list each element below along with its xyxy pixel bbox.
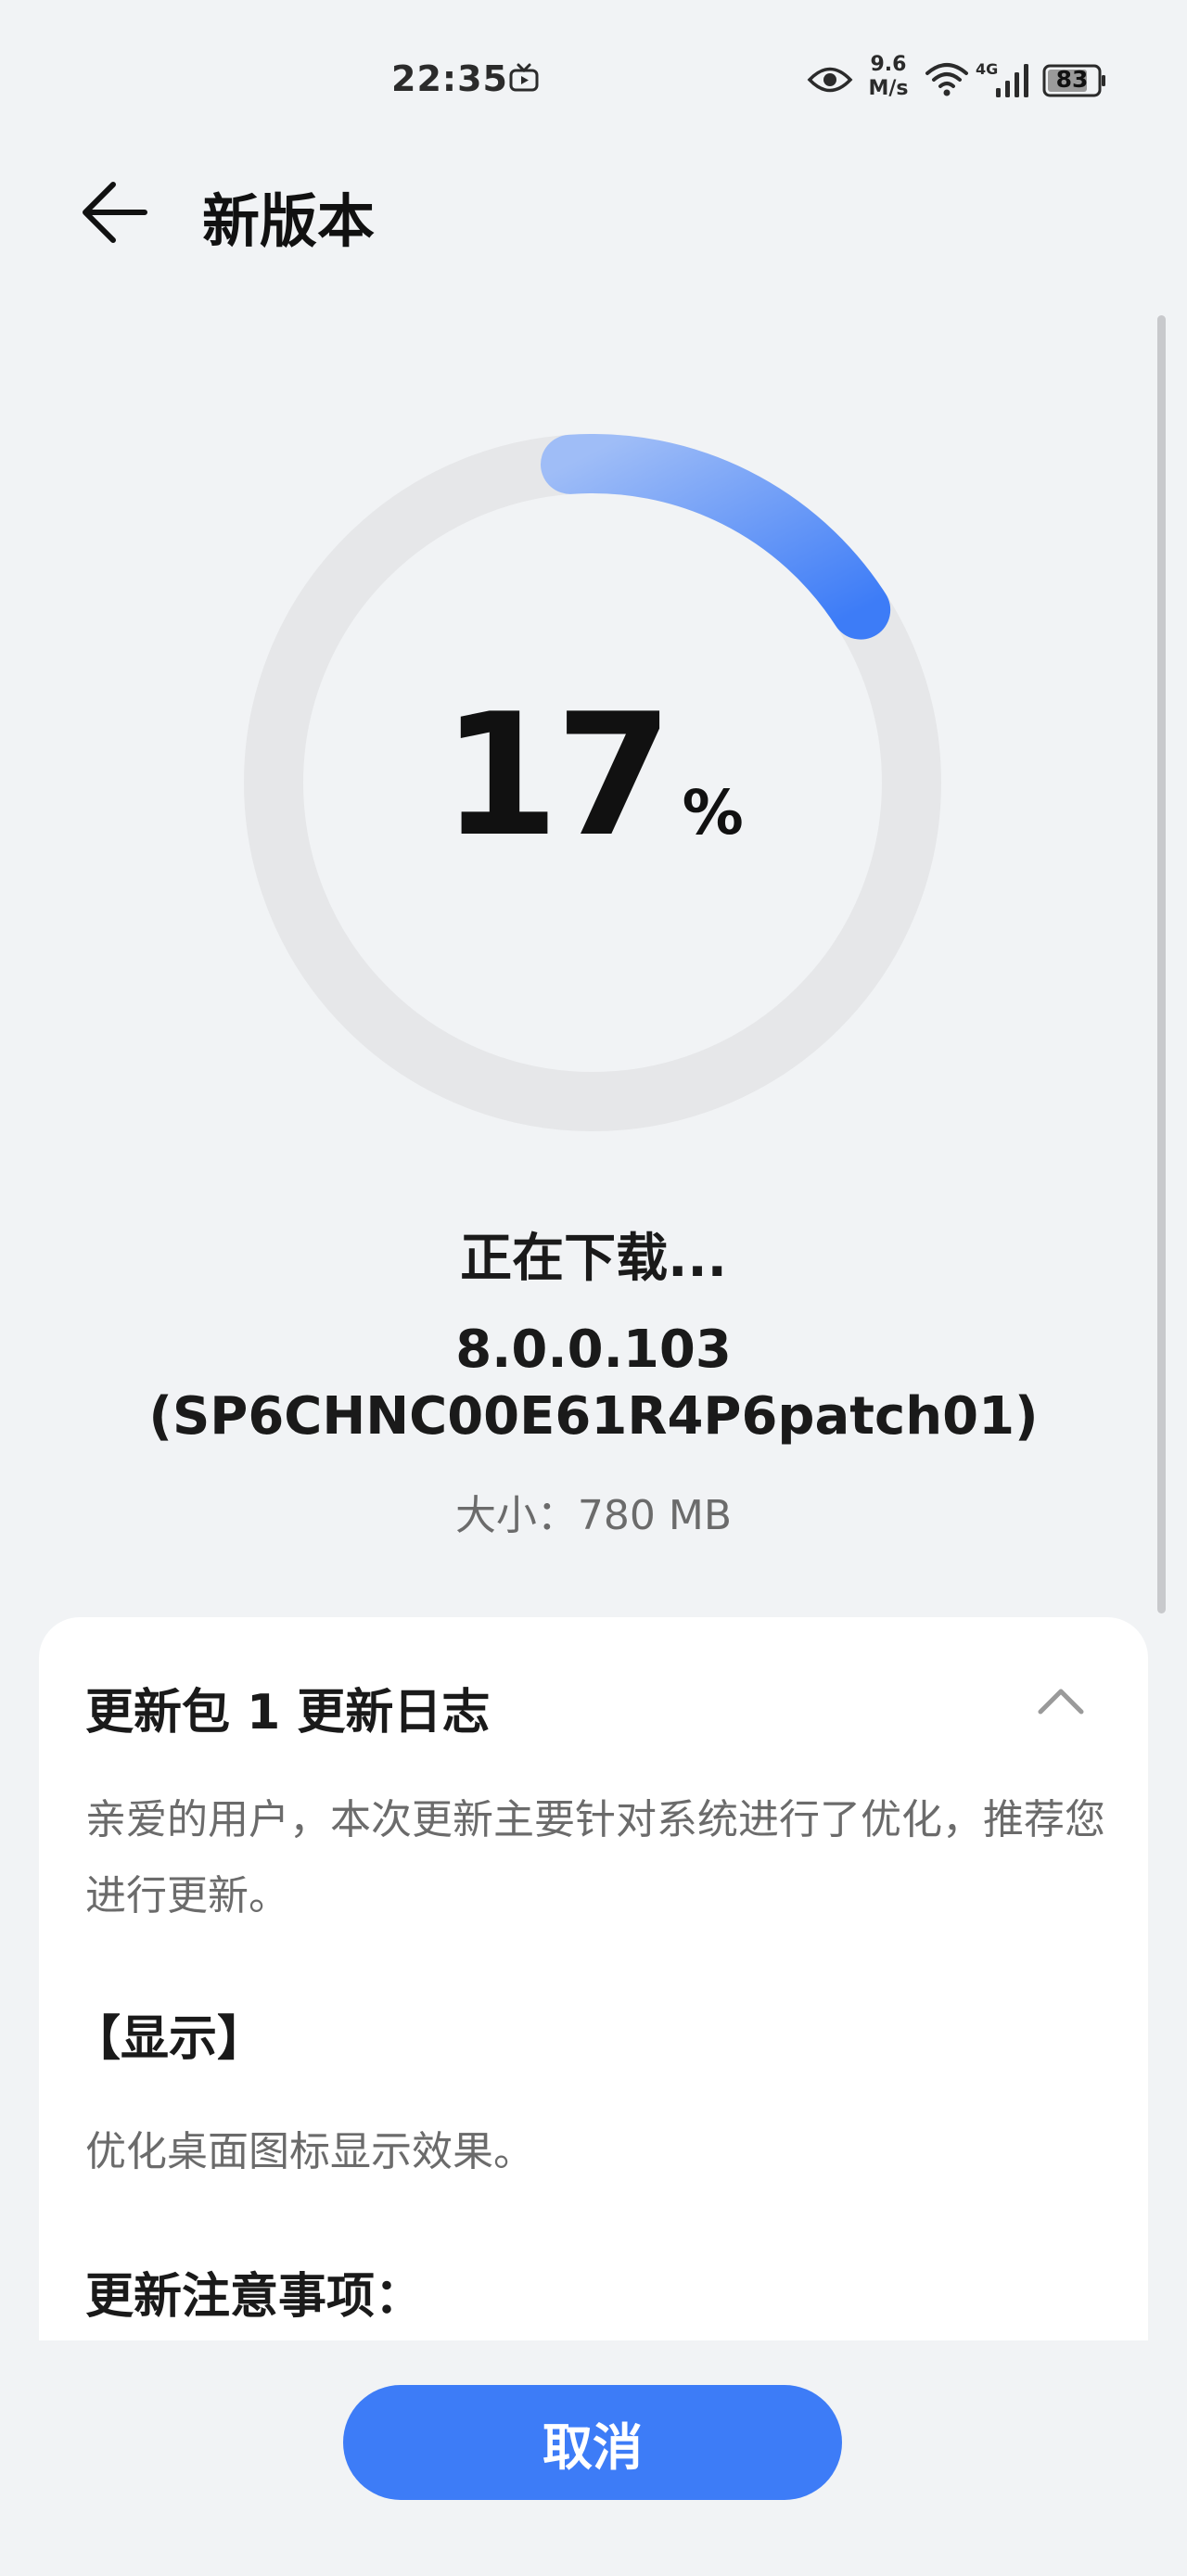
changelog-intro: 亲爱的用户，本次更新主要针对系统进行了优化，推荐您进行更新。 (85, 1796, 1105, 1919)
speed-unit: M/s (868, 77, 909, 100)
progress-arc (541, 434, 891, 640)
section-body: 优化桌面图标显示效果。 (85, 2128, 534, 2175)
chevron-up-icon (1038, 1689, 1084, 1715)
changelog-card: 更新包 1 更新日志 亲爱的用户，本次更新主要针对系统进行了优化，推荐您进行更新… (39, 1617, 1148, 2340)
percent-sign: % (682, 777, 744, 848)
arrow-left-icon (83, 182, 147, 243)
battery-level: 83 (1055, 66, 1089, 93)
version-number: 8.0.0.103 (455, 1320, 732, 1380)
cancel-button[interactable]: 取消 (343, 2385, 842, 2500)
update-page: 22:35 9.6 M/s 4G 83 新版本 17 % 正在下载... 8.0… (0, 0, 1187, 2576)
tv-icon (509, 63, 539, 92)
section-title: 【显示】 (72, 2011, 266, 2067)
download-status: 正在下载... (460, 1229, 727, 1289)
progress-percent: 17% (244, 677, 941, 874)
notes-title: 更新注意事项： (85, 2269, 424, 2325)
status-time: 22:35 (391, 58, 508, 99)
collapse-button[interactable] (1033, 1678, 1089, 1725)
eye-icon (807, 67, 853, 93)
changelog-title: 更新包 1 更新日志 (85, 1685, 491, 1741)
wifi-icon (925, 63, 968, 96)
speed-value: 9.6 (870, 53, 907, 76)
signal-icon (996, 64, 1028, 97)
package-size: 大小：780 MB (454, 1492, 733, 1539)
build-number: (SP6CHNC00E61R4P6patch01) (148, 1386, 1039, 1447)
network-speed: 9.6 M/s (861, 53, 916, 101)
page-title: 新版本 (202, 187, 376, 255)
percent-value: 17 (441, 677, 672, 874)
version-info: 8.0.0.103 (SP6CHNC00E61R4P6patch01) (0, 1317, 1187, 1450)
app-header: 新版本 (0, 158, 1187, 260)
back-button[interactable] (72, 171, 156, 254)
status-bar: 22:35 9.6 M/s 4G 83 (0, 51, 1187, 116)
